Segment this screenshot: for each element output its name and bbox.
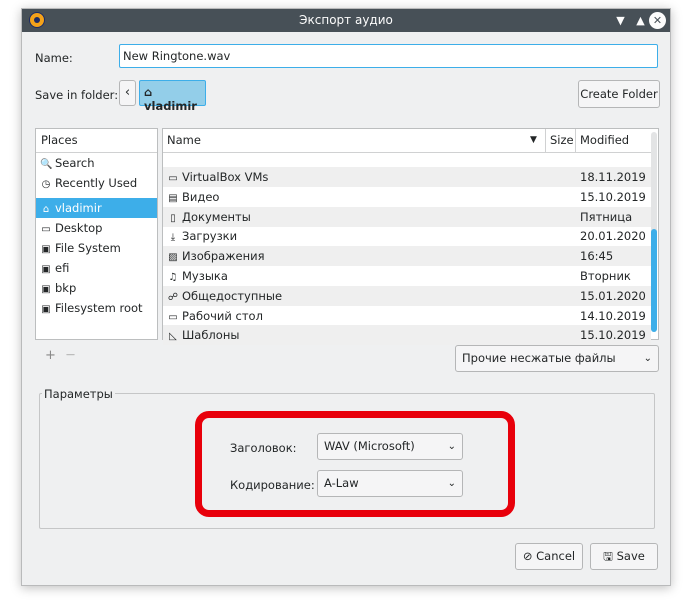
add-place-button[interactable]: + (45, 348, 56, 363)
place-label: File System (55, 241, 121, 255)
chevron-down-icon: ⌄ (643, 353, 652, 364)
name-label: Name: (35, 51, 73, 65)
place-2[interactable]: ⌂ vladimir (36, 198, 157, 218)
scrollbar-thumb[interactable] (651, 229, 657, 332)
drive-icon: ▣ (41, 304, 51, 315)
create-folder-button[interactable]: Create Folder (578, 80, 660, 108)
recent-icon: ◷ (41, 179, 51, 190)
place-label: Filesystem root (55, 301, 143, 315)
close-icon[interactable]: ✕ (649, 12, 666, 29)
cancel-button[interactable]: ⊘ Cancel (515, 543, 583, 570)
modified-column-header[interactable]: Modified (576, 129, 651, 152)
title-bar[interactable]: Экспорт аудио ▼ ▲ ✕ (22, 9, 670, 32)
file-name-cell: ▨ Изображения (167, 246, 265, 268)
file-name-cell: ☍ Общедоступные (167, 286, 282, 308)
table-row[interactable]: ▤ Видео 15.10.2019 (163, 187, 651, 207)
name-column-header[interactable]: Name ▼ (163, 129, 546, 152)
file-name: Музыка (182, 269, 228, 283)
table-row[interactable]: ▭ Рабочий стол 14.10.2019 (163, 306, 651, 326)
export-audio-dialog: Экспорт аудио ▼ ▲ ✕ Name: New Ringtone.w… (21, 8, 671, 586)
window-title: Экспорт аудио (299, 13, 393, 27)
place-label: Search (55, 156, 95, 170)
drive-icon: ▣ (41, 284, 51, 295)
save-icon: 🖫 (603, 549, 613, 563)
place-1[interactable]: ◷ Recently Used (36, 173, 157, 193)
file-name-cell: ▯ Документы (167, 207, 251, 229)
table-row[interactable]: ▯ Документы Пятница (163, 206, 651, 229)
save-label: Save (616, 549, 645, 563)
save-in-folder-label: Save in folder: (35, 88, 119, 102)
file-name: Изображения (182, 249, 265, 264)
file-name-cell: ▭ VirtualBox VMs (167, 167, 268, 189)
home-icon: ⌂ (144, 85, 153, 99)
place-label: bkp (55, 281, 77, 295)
file-modified-cell: 15.10.2019 (580, 328, 646, 343)
templates-icon: ◺ (169, 331, 177, 343)
breadcrumb-label: vladimir (144, 99, 197, 113)
files-header: Name ▼ Size Modified (163, 129, 651, 153)
size-column-header[interactable]: Size (546, 129, 576, 152)
place-6[interactable]: ▣ bkp (36, 278, 157, 298)
file-name: Видео (182, 189, 220, 204)
file-modified-cell: 15.10.2019 (580, 189, 646, 204)
place-7[interactable]: ▣ Filesystem root (36, 298, 157, 318)
file-modified-cell: 18.11.2019 (580, 170, 646, 184)
file-name-cell: ▤ Видео (167, 187, 219, 209)
place-5[interactable]: ▣ efi (36, 258, 157, 278)
file-modified-cell: 14.10.2019 (580, 308, 646, 323)
drive-icon: ▣ (41, 244, 51, 255)
chevron-up-icon[interactable]: ▲ (632, 12, 649, 29)
name-column-label: Name (167, 133, 201, 147)
file-modified-cell: 20.01.2020 (580, 229, 646, 244)
file-name: Общедоступные (182, 288, 283, 303)
breadcrumb-vladimir[interactable]: ⌂ vladimir (139, 80, 206, 113)
table-row[interactable]: ▭ VirtualBox VMs 18.11.2019 (163, 167, 651, 187)
table-row[interactable]: ☍ Общедоступные 15.01.2020 (163, 285, 651, 308)
place-label: Desktop (55, 221, 103, 235)
file-modified-cell: 15.01.2020 (580, 288, 646, 303)
file-name: Рабочий стол (182, 308, 263, 323)
place-label: Recently Used (55, 176, 138, 190)
remove-place-button[interactable]: — (66, 350, 75, 360)
file-name: Документы (182, 209, 251, 224)
file-type-value: Прочие несжатые файлы (462, 351, 616, 365)
place-label: vladimir (55, 201, 102, 215)
file-name-cell: ▭ Рабочий стол (167, 306, 263, 328)
table-row[interactable]: ▨ Изображения 16:45 (163, 246, 651, 268)
file-modified-cell: Вторник (580, 269, 631, 283)
place-0[interactable]: 🔍 Search (36, 153, 157, 173)
save-button[interactable]: 🖫 Save (590, 543, 658, 570)
drive-icon: ▣ (41, 264, 51, 275)
file-name: Шаблоны (182, 328, 240, 343)
file-type-filter[interactable]: Прочие несжатые файлы ⌄ (455, 345, 659, 372)
home-icon: ⌂ (42, 204, 50, 215)
params-title: Параметры (42, 387, 115, 401)
table-row[interactable]: ◺ Шаблоны 15.10.2019 (163, 325, 651, 347)
file-name: VirtualBox VMs (182, 170, 269, 184)
back-button[interactable]: ‹ (119, 80, 136, 106)
filename-input[interactable]: New Ringtone.wav (119, 44, 658, 68)
place-3[interactable]: ▭ Desktop (36, 218, 157, 238)
files-panel: Name ▼ Size Modified ▭ VirtualBox VMs 18.1… (162, 128, 659, 346)
file-modified-cell: Пятница (580, 209, 633, 224)
desktop-icon: ▭ (41, 224, 51, 235)
cancel-label: Cancel (536, 549, 576, 563)
file-name: Загрузки (182, 229, 238, 244)
place-4[interactable]: ▣ File System (36, 238, 157, 258)
file-name-cell: ⤓ Загрузки (167, 226, 237, 248)
place-label: efi (55, 261, 70, 275)
file-name-cell: ◺ Шаблоны (167, 325, 239, 347)
chevron-down-icon[interactable]: ▼ (612, 12, 629, 29)
table-row[interactable]: ⤓ Загрузки 20.01.2020 (163, 226, 651, 246)
search-icon: 🔍 (40, 159, 53, 170)
file-name-cell: ♫ Музыка (167, 266, 228, 288)
file-modified-cell: 16:45 (580, 249, 614, 264)
table-row[interactable]: ♫ Музыка Вторник (163, 266, 651, 286)
sort-down-icon: ▼ (530, 135, 537, 145)
places-header: Places (36, 129, 157, 153)
cancel-icon: ⊘ (522, 549, 533, 563)
red-highlight-box (195, 411, 515, 517)
places-list: 🔍 Search ◷ Recently Used ⌂ vladimir ▭ Desktop ▣ F… (36, 153, 157, 318)
places-panel: Places 🔍 Search ◷ Recently Used ⌂ vladimir ▭ De… (35, 128, 158, 340)
